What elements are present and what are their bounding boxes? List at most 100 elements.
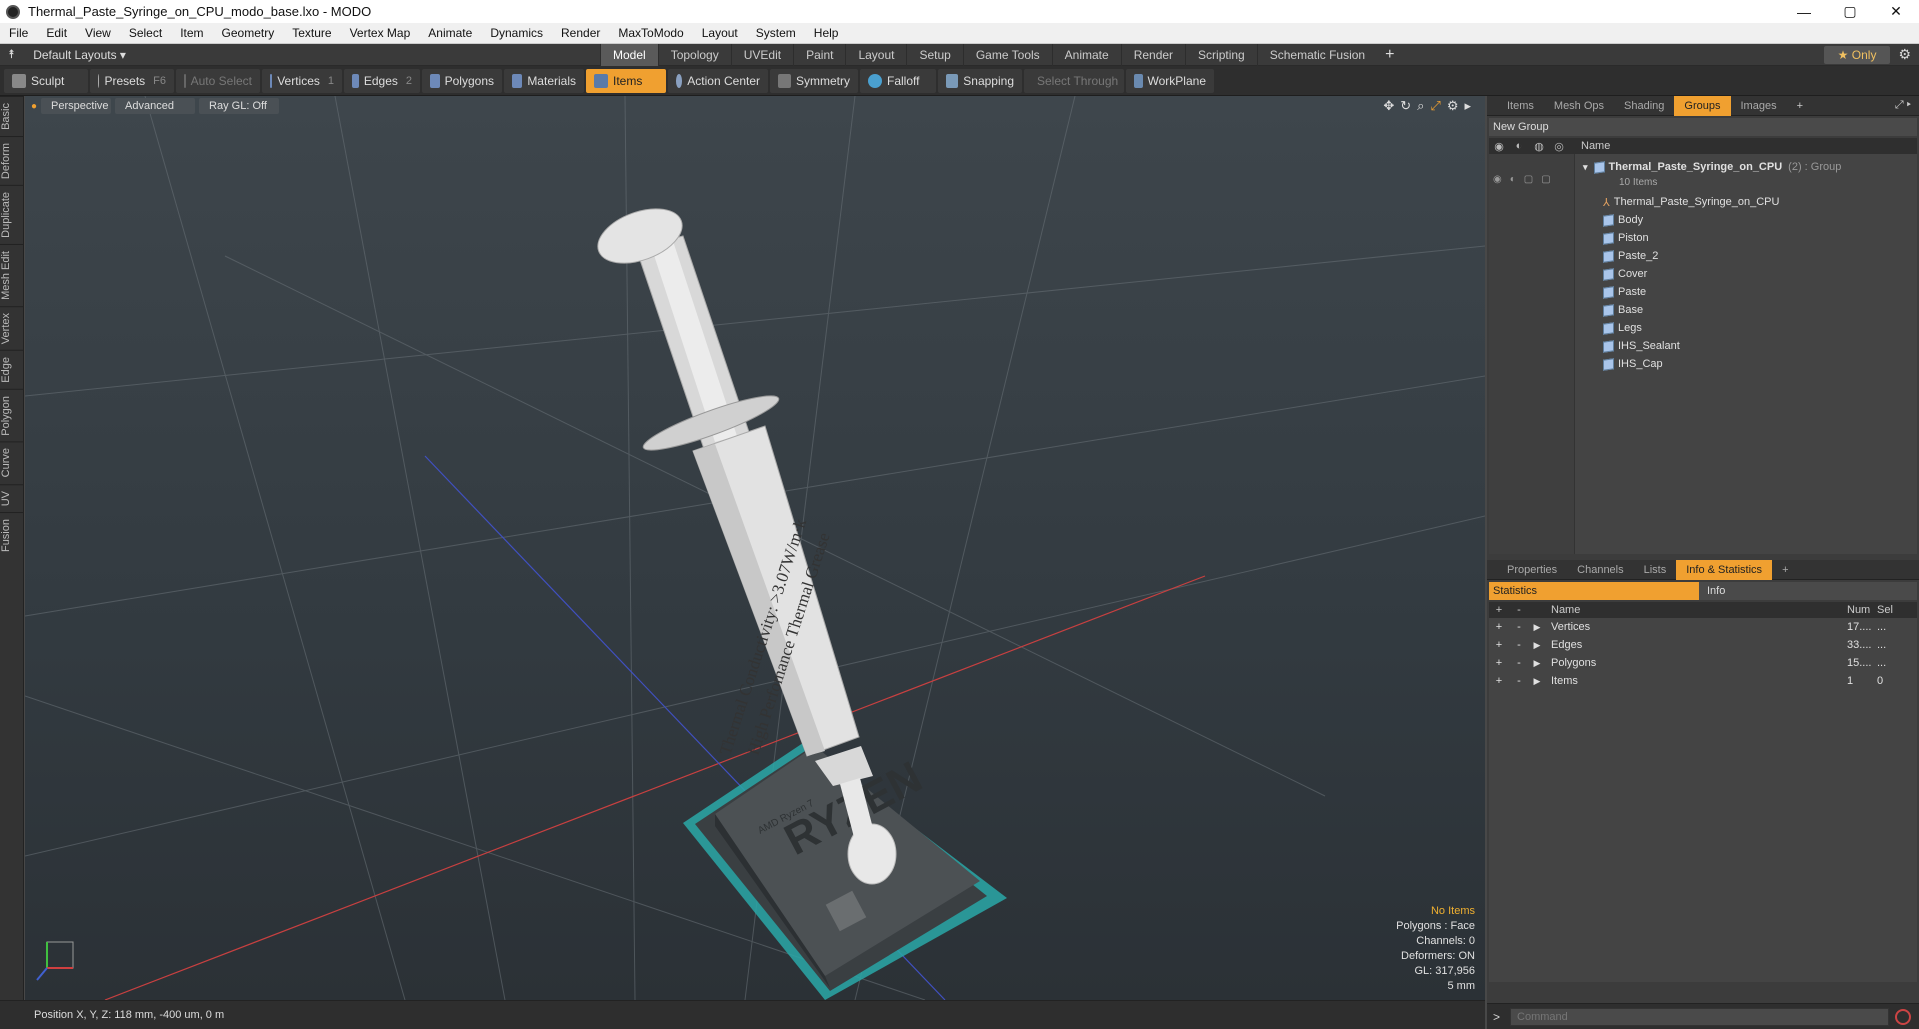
- group-eye-icon[interactable]: ◉: [1493, 174, 1502, 185]
- tab-items[interactable]: Items: [1497, 96, 1544, 116]
- items-button[interactable]: Items: [586, 68, 666, 93]
- tab-animate[interactable]: Animate: [1051, 43, 1121, 66]
- tab-setup[interactable]: Setup: [906, 43, 962, 66]
- panel-expand-icon[interactable]: ⤢ ▸: [1885, 96, 1919, 116]
- tab-model[interactable]: Model: [600, 43, 658, 66]
- tab-lists[interactable]: Lists: [1634, 560, 1677, 580]
- menu-item[interactable]: Item: [171, 26, 212, 40]
- sculpt-button[interactable]: Sculpt: [4, 68, 88, 93]
- zoom-icon[interactable]: ⌕: [1417, 98, 1424, 114]
- groups-tree[interactable]: ◉ ◐ ▢ ▢ ▾ Thermal_Paste_Syringe_on_CPU (…: [1489, 154, 1917, 554]
- tree-item-piston[interactable]: Piston: [1575, 229, 1915, 247]
- tab-scripting[interactable]: Scripting: [1185, 43, 1257, 66]
- select-col-icon[interactable]: ◎: [1549, 140, 1569, 153]
- menu-view[interactable]: View: [76, 26, 120, 40]
- tree-item-paste[interactable]: Paste: [1575, 283, 1915, 301]
- tree-item-paste-2[interactable]: Paste_2: [1575, 247, 1915, 265]
- viewport-more-icon[interactable]: ▸: [1464, 98, 1471, 114]
- add-info-tab-button[interactable]: +: [1772, 560, 1798, 580]
- action-center-button[interactable]: Action Center: [668, 68, 768, 93]
- menu-edit[interactable]: Edit: [37, 26, 76, 40]
- expand-arrow-icon[interactable]: ▶: [1529, 676, 1545, 687]
- stats-row-items[interactable]: + - ▶ Items 1 0: [1489, 672, 1917, 690]
- tab-game-tools[interactable]: Game Tools: [962, 43, 1052, 66]
- minimize-icon[interactable]: —: [1781, 0, 1827, 23]
- menu-maxtomodo[interactable]: MaxToModo: [609, 26, 692, 40]
- tree-item-ihs-cap[interactable]: IHS_Cap: [1575, 355, 1915, 373]
- materials-button[interactable]: Materials: [504, 68, 584, 93]
- strip-tab-mesh-edit[interactable]: Mesh Edit: [0, 243, 24, 306]
- menu-texture[interactable]: Texture: [283, 26, 340, 40]
- strip-tab-fusion[interactable]: Fusion: [0, 512, 24, 559]
- menu-render[interactable]: Render: [552, 26, 609, 40]
- stats-row-edges[interactable]: + - ▶ Edges 33.... ...: [1489, 636, 1917, 654]
- auto-select-button[interactable]: Auto Select: [176, 68, 260, 93]
- add-icon[interactable]: +: [1489, 657, 1509, 669]
- advanced-button[interactable]: Advanced: [115, 98, 196, 114]
- tab-paint[interactable]: Paint: [793, 43, 845, 66]
- expand-arrow-icon[interactable]: ▶: [1529, 658, 1545, 669]
- tab-render[interactable]: Render: [1120, 43, 1185, 66]
- tab-shading[interactable]: Shading: [1614, 96, 1674, 116]
- tree-item-cover[interactable]: Cover: [1575, 265, 1915, 283]
- add-icon[interactable]: +: [1489, 675, 1509, 687]
- add-tab-button[interactable]: +: [1385, 46, 1394, 64]
- rotate-icon[interactable]: ↻: [1400, 98, 1411, 114]
- default-layouts-dropdown[interactable]: Default Layouts ▾: [33, 48, 126, 62]
- record-macro-icon[interactable]: [1895, 1008, 1911, 1025]
- tab-images[interactable]: Images: [1731, 96, 1787, 116]
- close-icon[interactable]: ✕: [1873, 0, 1919, 23]
- stats-row-polygons[interactable]: + - ▶ Polygons 15.... ...: [1489, 654, 1917, 672]
- lock-col-icon[interactable]: ◍: [1529, 140, 1549, 153]
- strip-tab-basic[interactable]: Basic: [0, 96, 24, 136]
- render-col-icon[interactable]: ◐: [1509, 140, 1529, 152]
- tree-item-body[interactable]: Body: [1575, 211, 1915, 229]
- tree-item-locator[interactable]: ⅄ Thermal_Paste_Syringe_on_CPU: [1575, 193, 1915, 211]
- command-input[interactable]: [1510, 1007, 1889, 1026]
- edges-button[interactable]: Edges 2: [344, 68, 420, 93]
- menu-vertex-map[interactable]: Vertex Map: [341, 26, 420, 40]
- tab-groups[interactable]: Groups: [1674, 95, 1731, 116]
- syringe-model[interactable]: Thermal Conductivity: >3.07W/m·k High Pe…: [590, 198, 875, 841]
- menu-system[interactable]: System: [747, 26, 805, 40]
- vertices-button[interactable]: Vertices 1: [262, 68, 342, 93]
- select-through-button[interactable]: Select Through: [1024, 68, 1124, 93]
- 3d-viewport[interactable]: RYZEN AMD Ryzen 7 Thermal Conductivity: …: [25, 96, 1485, 1000]
- menu-dynamics[interactable]: Dynamics: [481, 26, 552, 40]
- remove-icon[interactable]: -: [1509, 639, 1529, 651]
- remove-icon[interactable]: -: [1509, 675, 1529, 687]
- tree-item-ihs-sealant[interactable]: IHS_Sealant: [1575, 337, 1915, 355]
- statistics-subtab[interactable]: Statistics: [1489, 582, 1699, 600]
- workplane-button[interactable]: WorkPlane: [1126, 68, 1214, 93]
- strip-tab-edge[interactable]: Edge: [0, 349, 24, 389]
- remove-icon[interactable]: -: [1509, 621, 1529, 633]
- viewport-settings-icon[interactable]: ⚙: [1447, 98, 1459, 114]
- maximize-icon[interactable]: ▢: [1827, 0, 1873, 23]
- add-panel-tab-button[interactable]: +: [1787, 96, 1813, 116]
- expand-all-icon[interactable]: +: [1489, 604, 1509, 616]
- strip-tab-curve[interactable]: Curve: [0, 441, 24, 484]
- group-render-icon[interactable]: ◐: [1510, 174, 1516, 185]
- pan-icon[interactable]: ✥: [1383, 98, 1394, 114]
- remove-icon[interactable]: -: [1509, 657, 1529, 669]
- menu-animate[interactable]: Animate: [419, 26, 481, 40]
- expand-arrow-icon[interactable]: ▶: [1529, 640, 1545, 651]
- tab-info-statistics[interactable]: Info & Statistics: [1676, 559, 1773, 580]
- tab-mesh-ops[interactable]: Mesh Ops: [1544, 96, 1614, 116]
- tab-properties[interactable]: Properties: [1497, 560, 1567, 580]
- stats-row-vertices[interactable]: + - ▶ Vertices 17.... ...: [1489, 618, 1917, 636]
- tree-item-base[interactable]: Base: [1575, 301, 1915, 319]
- strip-tab-polygon[interactable]: Polygon: [0, 388, 24, 442]
- menu-file[interactable]: File: [0, 26, 37, 40]
- name-column-header[interactable]: Name: [1581, 140, 1610, 152]
- only-button[interactable]: ★ Only: [1823, 45, 1891, 64]
- tree-item-legs[interactable]: Legs: [1575, 319, 1915, 337]
- visibility-col-icon[interactable]: ◉: [1489, 140, 1509, 153]
- layout-collapse-icon[interactable]: ⯭: [8, 47, 15, 62]
- perspective-button[interactable]: Perspective: [41, 98, 112, 114]
- strip-tab-vertex[interactable]: Vertex: [0, 305, 24, 350]
- strip-tab-deform[interactable]: Deform: [0, 135, 24, 185]
- menu-layout[interactable]: Layout: [693, 26, 747, 40]
- expand-arrow-icon[interactable]: ▾: [1583, 162, 1588, 173]
- add-icon[interactable]: +: [1489, 639, 1509, 651]
